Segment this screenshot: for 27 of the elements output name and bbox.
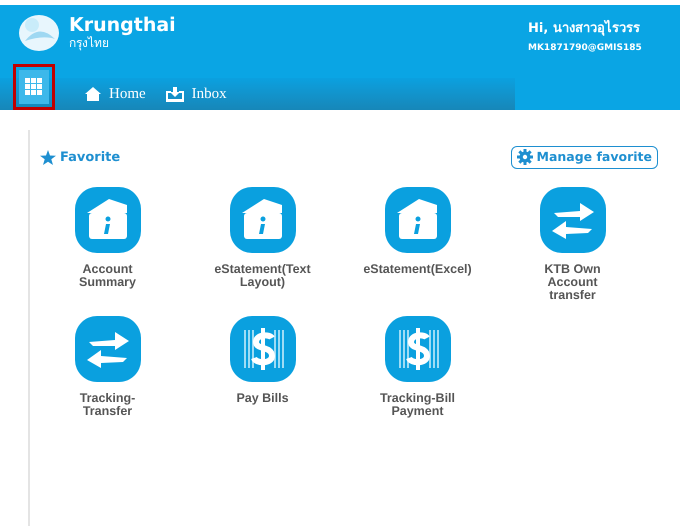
menu-grid-button[interactable] — [19, 70, 49, 104]
favorite-item-link[interactable]: eStatement(Text Layout) — [214, 262, 311, 289]
gear-icon — [516, 149, 532, 166]
favorite-item-link[interactable]: Tracking-Bill Payment — [372, 392, 464, 418]
folder-info-icon — [74, 186, 140, 253]
logo-text: Krungthai — [69, 16, 176, 34]
manage-favorite-button[interactable]: Manage favorite — [510, 146, 658, 169]
dollar-barcode-icon — [384, 316, 450, 382]
nav-tab[interactable]: Inbox — [166, 82, 227, 106]
grid-icon — [25, 78, 43, 96]
favorite-title: Favorite — [60, 148, 120, 167]
transfer-arrows-icon — [74, 316, 140, 382]
folder-info-icon — [230, 186, 296, 253]
logo-subtext: กรุงไทย — [69, 36, 110, 48]
transfer-arrows-icon — [540, 186, 606, 253]
favorite-item-link[interactable]: eStatement(Excel) — [363, 262, 472, 276]
inbox-icon — [166, 86, 184, 102]
home-icon — [85, 87, 101, 101]
favorite-item-link[interactable]: KTB Own Account transfer — [526, 262, 618, 302]
favorite-item-link[interactable]: Account Summary — [62, 262, 154, 289]
dollar-barcode-icon — [230, 316, 296, 382]
greeting-text: Hi, นางสาวอุไรวรร — [528, 19, 641, 38]
favorite-item-link[interactable]: Tracking-Transfer — [62, 392, 154, 418]
favorite-item-link[interactable]: Pay Bills — [216, 392, 308, 405]
user-id-text: MK1871790@GMIS185 — [528, 42, 643, 54]
star-icon — [40, 150, 56, 165]
folder-info-icon — [384, 186, 450, 253]
